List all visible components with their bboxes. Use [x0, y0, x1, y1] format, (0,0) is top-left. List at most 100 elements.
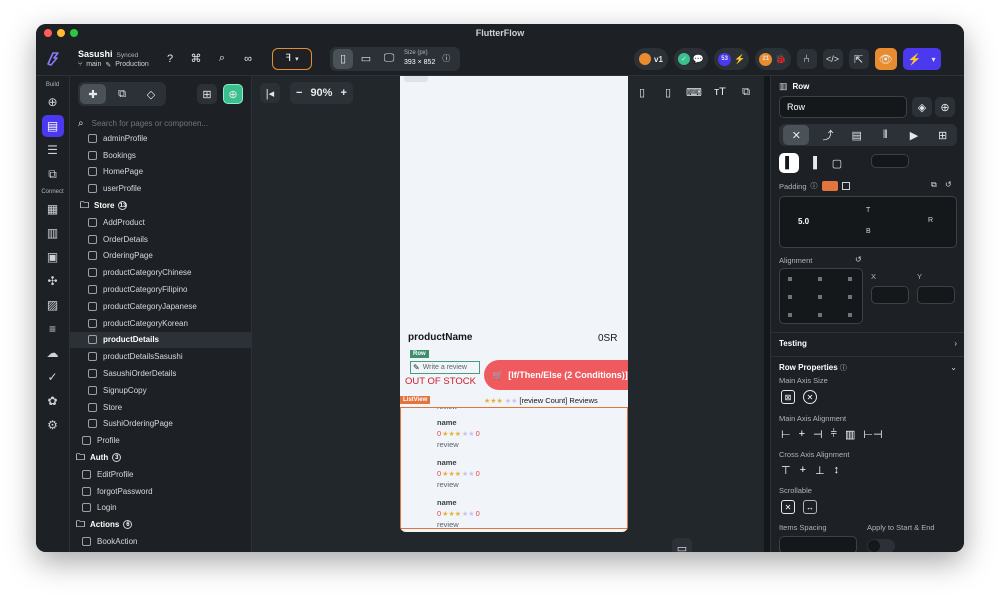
- new-page-button[interactable]: ⊕: [223, 84, 243, 104]
- page-row[interactable]: productCategoryFilipino: [70, 281, 251, 298]
- alignment-dot[interactable]: [788, 313, 792, 317]
- data-schema-rail-button[interactable]: ▦: [42, 198, 64, 220]
- alignment-dot[interactable]: [818, 295, 822, 299]
- collapse-panel-button[interactable]: |◂: [260, 83, 280, 103]
- device-frame-button[interactable]: ▭: [672, 538, 692, 552]
- page-row[interactable]: productCategoryJapanese: [70, 298, 251, 315]
- page-row[interactable]: SushiOrderingPage: [70, 416, 251, 433]
- pages-tab[interactable]: ✚: [80, 84, 106, 104]
- alignment-y-field[interactable]: [917, 286, 955, 304]
- scrollable-off-button[interactable]: ✕: [781, 500, 795, 514]
- padding-uniform-toggle[interactable]: [821, 181, 838, 191]
- row-properties-header[interactable]: Row Properties ⓘ ⌄: [779, 363, 957, 373]
- api-calls-rail-button[interactable]: ▣: [42, 246, 64, 268]
- page-row[interactable]: AddProduct: [70, 214, 251, 231]
- padding-top[interactable]: T: [866, 207, 870, 214]
- page-row[interactable]: SignupCopy: [70, 382, 251, 399]
- alignment-dot[interactable]: [848, 313, 852, 317]
- backend-query-tab[interactable]: ▤: [847, 125, 867, 145]
- alignment-dot[interactable]: [818, 313, 822, 317]
- run-button[interactable]: ⚡ ▾: [902, 48, 941, 70]
- chat-status-button[interactable]: ✓ 💬: [673, 48, 709, 70]
- page-row[interactable]: Store: [70, 399, 251, 416]
- cross-center-icon[interactable]: +: [800, 464, 806, 477]
- page-row[interactable]: OrderDetails: [70, 231, 251, 248]
- alignment-dot[interactable]: [848, 277, 852, 281]
- page-row[interactable]: SasushiOrderDetails: [70, 365, 251, 382]
- close-window-button[interactable]: [44, 29, 52, 37]
- padding-value[interactable]: 5.0: [798, 217, 809, 226]
- apply-start-end-toggle[interactable]: [867, 539, 895, 552]
- command-button[interactable]: ⌘: [186, 49, 206, 69]
- link-button[interactable]: ∞: [238, 49, 258, 69]
- align-center-icon[interactable]: +: [799, 428, 805, 441]
- page-row[interactable]: productCategoryKorean: [70, 315, 251, 332]
- storyboard-rail-button[interactable]: ⧉: [42, 163, 64, 185]
- text-scale-button[interactable]: ᴛT: [710, 82, 730, 102]
- alignment-dot[interactable]: [848, 295, 852, 299]
- reset-alignment-icon[interactable]: ↺: [855, 255, 862, 264]
- page-row[interactable]: adminProfile: [70, 130, 251, 147]
- minimize-window-button[interactable]: [57, 29, 65, 37]
- new-folder-button[interactable]: ⊞: [197, 84, 217, 104]
- folder-row[interactable]: 🗀 Actions 6: [70, 516, 251, 533]
- data-types-rail-button[interactable]: ▥: [42, 222, 64, 244]
- page-row[interactable]: Login: [70, 500, 251, 517]
- cross-stretch-icon[interactable]: ↕: [834, 464, 840, 477]
- code-view-button[interactable]: </>: [822, 49, 843, 69]
- info-icon[interactable]: ⓘ: [442, 53, 450, 64]
- layout-debug-button[interactable]: ⧉: [736, 82, 756, 102]
- maximize-window-button[interactable]: [70, 29, 78, 37]
- team-rail-button[interactable]: ✿: [42, 390, 64, 412]
- alignment-x-field[interactable]: [871, 286, 909, 304]
- animations-tab[interactable]: ⫴: [875, 125, 895, 145]
- cross-start-icon[interactable]: ⊤: [781, 464, 791, 477]
- media-rail-button[interactable]: ▨: [42, 294, 64, 316]
- warnings-button[interactable]: 21 🐞: [755, 48, 791, 70]
- alignment-dot[interactable]: [788, 277, 792, 281]
- tablet-device-button[interactable]: ▭: [356, 49, 376, 69]
- search-pages-input[interactable]: [91, 118, 242, 128]
- wrap-widget-button[interactable]: ⊕: [935, 97, 955, 117]
- help-button[interactable]: ?: [160, 49, 180, 69]
- page-row[interactable]: Bookings: [70, 147, 251, 164]
- search-button[interactable]: ⌕: [212, 49, 232, 69]
- page-row[interactable]: productDetails: [70, 331, 251, 349]
- ai-agent-button[interactable]: ꟻ ▾: [272, 47, 312, 70]
- pages-rail-button[interactable]: ▤: [41, 115, 64, 137]
- padding-info-icon[interactable]: ⓘ: [811, 181, 818, 191]
- version-button[interactable]: v1: [634, 48, 668, 70]
- page-row[interactable]: HomePage: [70, 164, 251, 181]
- widget-name-field[interactable]: Row: [779, 96, 907, 118]
- main-axis-max-button[interactable]: ✕: [803, 390, 817, 404]
- tests-rail-button[interactable]: ✓: [42, 366, 64, 388]
- cloud-rail-button[interactable]: ☁: [42, 342, 64, 364]
- add-widget-rail-button[interactable]: ⊕: [42, 91, 64, 113]
- library-tab[interactable]: ◇: [138, 84, 164, 104]
- custom-code-rail-button[interactable]: ✣: [42, 270, 64, 292]
- align-end-icon[interactable]: ⊣: [813, 428, 823, 441]
- opacity-option[interactable]: ▢: [827, 153, 847, 173]
- reset-padding-icon[interactable]: ↺: [945, 180, 952, 189]
- theme-rail-button[interactable]: ≡: [42, 318, 64, 340]
- page-row[interactable]: userProfile: [70, 180, 251, 197]
- page-row[interactable]: EditProfile: [70, 466, 251, 483]
- padding-bottom[interactable]: B: [866, 228, 871, 235]
- padding-right[interactable]: R: [928, 217, 933, 224]
- responsive-option[interactable]: ▐: [803, 153, 823, 173]
- widget-tree-rail-button[interactable]: ☰: [42, 139, 64, 161]
- properties-tab[interactable]: ✕: [783, 125, 810, 145]
- zoom-out-button[interactable]: −: [296, 87, 302, 99]
- component-tab[interactable]: ⊞: [933, 125, 953, 145]
- write-review-row[interactable]: ✎ Write a review: [410, 361, 480, 374]
- padding-editor[interactable]: 5.0 T B R: [779, 196, 957, 248]
- page-row[interactable]: productCategoryChinese: [70, 264, 251, 281]
- space-around-icon[interactable]: ▥: [845, 428, 855, 441]
- padding-individual-toggle[interactable]: [841, 182, 850, 190]
- desktop-device-button[interactable]: 🖵: [379, 49, 399, 69]
- project-info[interactable]: Sasushi Synced ⑂ main ✎ Production: [70, 49, 150, 69]
- save-widget-button[interactable]: ◈: [912, 97, 932, 117]
- cross-end-icon[interactable]: ⊥: [815, 464, 825, 477]
- keyboard-toggle-button[interactable]: ⌨: [684, 82, 704, 102]
- play-tab[interactable]: ▶: [904, 125, 924, 145]
